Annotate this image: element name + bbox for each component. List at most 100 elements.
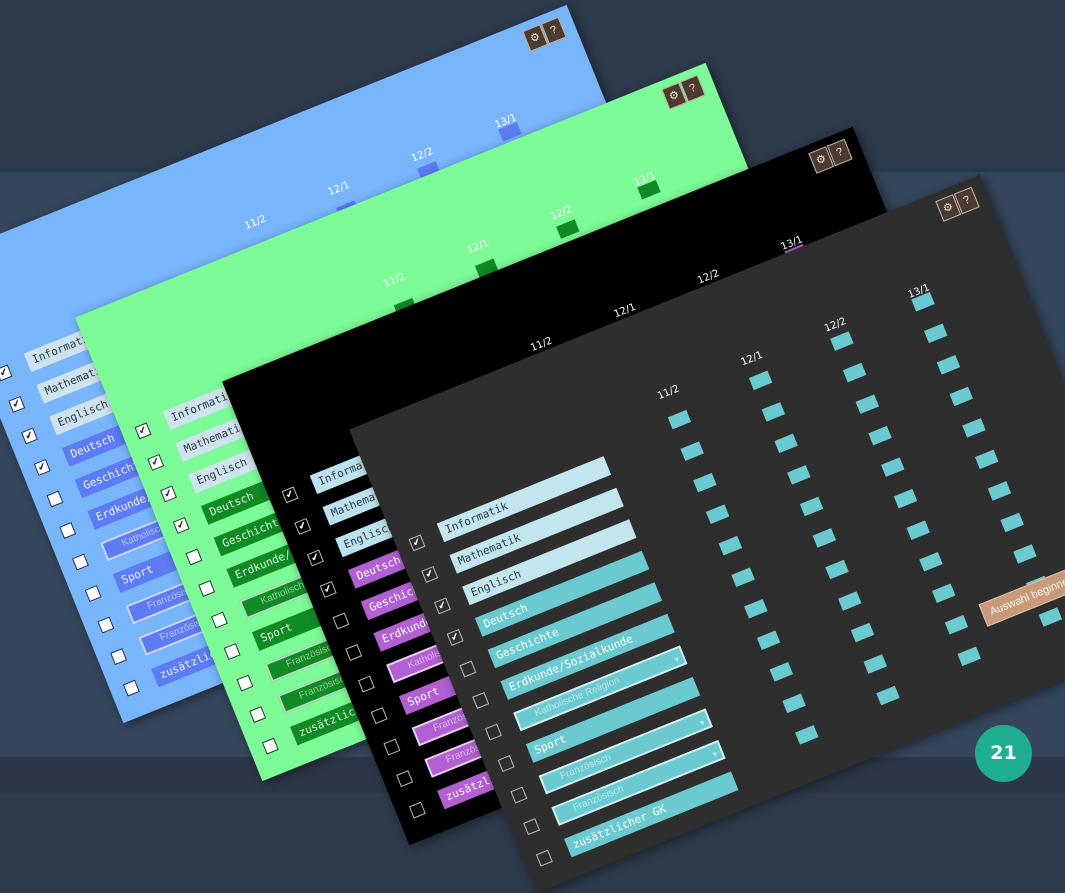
semester-slot[interactable] xyxy=(748,370,773,391)
subject-checkbox[interactable] xyxy=(198,580,216,597)
subject-checkbox[interactable] xyxy=(46,490,64,508)
semester-slot[interactable] xyxy=(924,323,948,344)
semester-slot[interactable] xyxy=(944,614,969,635)
subject-checkbox[interactable] xyxy=(345,644,363,661)
subject-label: Deutsch xyxy=(207,489,256,519)
subject-checkbox[interactable] xyxy=(383,738,401,756)
subject-checkbox[interactable]: ✔ xyxy=(294,517,312,535)
semester-slot[interactable] xyxy=(962,418,986,438)
subject-checkbox[interactable] xyxy=(523,818,541,836)
subject-checkbox[interactable]: ✔ xyxy=(134,422,152,440)
semester-slot[interactable] xyxy=(761,402,786,422)
subject-checkbox[interactable] xyxy=(484,723,502,741)
subject-label: Deutsch xyxy=(354,553,403,583)
check-icon: ✔ xyxy=(36,460,49,475)
subject-checkbox[interactable] xyxy=(459,660,477,678)
subject-label: Informatik xyxy=(443,499,510,537)
subject-checkbox[interactable]: ✔ xyxy=(172,516,190,534)
subject-label: Deutsch xyxy=(481,601,530,631)
subject-label: Sport xyxy=(119,562,156,587)
subject-checkbox[interactable]: ✔ xyxy=(307,549,324,567)
semester-slot[interactable] xyxy=(868,425,892,446)
subject-label: Sport xyxy=(532,732,569,757)
semester-slot[interactable] xyxy=(863,654,887,674)
semester-slot[interactable] xyxy=(1038,607,1063,627)
semester-slot[interactable] xyxy=(799,496,824,517)
semester-slot[interactable] xyxy=(987,481,1012,501)
check-icon: ✔ xyxy=(23,429,36,443)
subject-checkbox[interactable]: ✔ xyxy=(160,485,177,503)
semester-slot[interactable] xyxy=(876,685,900,706)
semester-slot[interactable] xyxy=(812,528,837,548)
subject-checkbox[interactable] xyxy=(71,553,89,571)
subject-checkbox[interactable]: ✔ xyxy=(434,597,451,615)
subject-checkbox[interactable] xyxy=(210,611,228,629)
subject-checkbox[interactable] xyxy=(408,801,426,819)
semester-slot[interactable] xyxy=(893,488,918,509)
semester-slot[interactable] xyxy=(949,386,973,407)
check-icon: ✔ xyxy=(296,519,309,534)
semester-slot[interactable] xyxy=(906,520,930,540)
subject-checkbox[interactable]: ✔ xyxy=(8,395,26,413)
subject-checkbox[interactable] xyxy=(97,616,115,634)
semester-slot[interactable] xyxy=(1000,512,1024,533)
subject-checkbox[interactable]: ✔ xyxy=(21,427,38,445)
semester-slot[interactable] xyxy=(881,457,905,477)
semester-slot[interactable] xyxy=(855,394,880,414)
subject-checkbox[interactable] xyxy=(497,755,515,773)
subject-checkbox[interactable] xyxy=(110,648,128,666)
semester-slot[interactable] xyxy=(830,331,854,351)
chevron-down-icon: ▾ xyxy=(711,748,720,760)
semester-slot[interactable] xyxy=(842,362,867,383)
semester-label: 11/2 xyxy=(656,383,682,403)
gear-icon: ⚙ xyxy=(528,30,543,46)
subject-checkbox[interactable] xyxy=(472,692,490,709)
chevron-down-icon: ▾ xyxy=(672,654,681,666)
subject-checkbox[interactable] xyxy=(535,849,553,867)
subject-checkbox[interactable]: ✔ xyxy=(281,486,299,504)
subject-label: Deutsch xyxy=(68,431,117,461)
semester-slot[interactable] xyxy=(556,219,580,239)
subject-checkbox[interactable] xyxy=(185,548,203,566)
semester-slot[interactable] xyxy=(932,583,956,604)
subject-checkbox[interactable] xyxy=(236,674,254,692)
semester-slot[interactable] xyxy=(850,622,875,643)
semester-label: 11/2 xyxy=(382,271,408,291)
subject-checkbox[interactable] xyxy=(59,522,77,539)
semester-slot[interactable] xyxy=(787,465,811,485)
subject-checkbox[interactable] xyxy=(249,706,267,724)
subject-checkbox[interactable] xyxy=(370,707,388,725)
subject-label: Mathematik xyxy=(456,530,523,568)
page-number-badge: 21 xyxy=(975,725,1032,782)
semester-slot[interactable] xyxy=(957,646,981,667)
subject-checkbox[interactable] xyxy=(261,737,279,755)
subject-checkbox[interactable]: ✔ xyxy=(408,534,426,552)
semester-slot[interactable] xyxy=(1013,544,1037,564)
subject-checkbox[interactable] xyxy=(332,612,350,630)
subject-checkbox[interactable] xyxy=(122,679,140,697)
subject-checkbox[interactable]: ✔ xyxy=(421,565,439,583)
subject-checkbox[interactable]: ✔ xyxy=(446,628,464,646)
subject-checkbox[interactable]: ✔ xyxy=(33,458,51,476)
gear-icon: ⚙ xyxy=(814,152,829,168)
subject-checkbox[interactable]: ✔ xyxy=(319,580,337,598)
subject-label: Englisch xyxy=(55,397,110,430)
subject-checkbox[interactable] xyxy=(510,786,528,804)
semester-slot[interactable] xyxy=(936,355,961,375)
semester-slot[interactable] xyxy=(919,551,943,572)
subject-label: Sport xyxy=(405,684,442,709)
gear-icon: ⚙ xyxy=(667,88,682,104)
semester-slot[interactable] xyxy=(974,449,999,470)
subject-checkbox[interactable] xyxy=(357,675,375,693)
subject-checkbox[interactable] xyxy=(396,770,414,788)
check-icon: ✔ xyxy=(149,455,162,470)
subject-checkbox[interactable] xyxy=(223,643,241,661)
subject-checkbox[interactable] xyxy=(84,585,102,603)
semester-slot[interactable] xyxy=(774,433,798,454)
subject-checkbox[interactable]: ✔ xyxy=(0,364,13,382)
semester-slot[interactable] xyxy=(825,559,849,580)
check-icon: ✔ xyxy=(309,551,322,565)
semester-label: 12/1 xyxy=(465,237,491,257)
subject-checkbox[interactable]: ✔ xyxy=(147,453,165,471)
semester-slot[interactable] xyxy=(838,591,862,611)
